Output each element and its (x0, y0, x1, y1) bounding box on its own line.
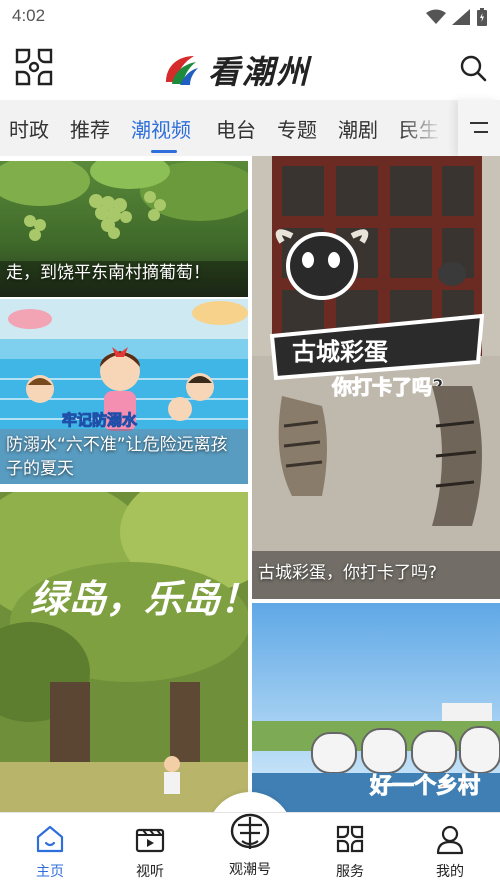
wifi-icon (426, 9, 446, 24)
status-bar: 4:02 (0, 0, 500, 34)
channel-menu-icon (470, 122, 488, 133)
channel-menu-button[interactable] (458, 100, 500, 156)
feed-card-green-island[interactable]: 绿岛，乐岛！ (0, 492, 248, 812)
feed-card-grapes[interactable]: 走，到饶平东南村摘葡萄！ (0, 161, 248, 297)
overlay-calligraphy: 绿岛，乐岛！ (30, 576, 248, 621)
nav-services[interactable]: 服务 (300, 813, 400, 889)
tab-chaoju[interactable]: 潮剧 (338, 114, 378, 143)
overlay-title-line2: 你打卡了吗? (331, 375, 444, 399)
nav-guanchao[interactable]: 观潮号 (200, 813, 300, 889)
tabs-fade (400, 100, 460, 156)
nav-guanchao-label: 观潮号 (229, 862, 271, 878)
nav-video-label: 视听 (136, 864, 164, 880)
grid-menu-icon (15, 48, 53, 86)
card-title: 古城彩蛋，你打卡了吗? (258, 563, 438, 583)
banyan-tree-image: 绿岛，乐岛！ (0, 492, 248, 812)
channel-tabs: 时政 推荐 潮视频 电台 专题 潮剧 民生 (0, 100, 500, 156)
tab-radio[interactable]: 电台 (216, 114, 256, 143)
nav-video[interactable]: 视听 (100, 813, 200, 889)
video-icon (135, 828, 165, 853)
tab-chao-video[interactable]: 潮视频 (131, 114, 191, 143)
nav-services-label: 服务 (336, 864, 364, 880)
home-icon (36, 825, 64, 853)
services-icon (336, 825, 364, 853)
tab-shizheng[interactable]: 时政 (9, 114, 49, 143)
guanchao-icon (230, 813, 270, 849)
nav-home[interactable]: 主页 (0, 813, 100, 889)
search-button[interactable] (459, 54, 487, 82)
status-time: 4:02 (12, 6, 46, 25)
overlay-title-line1: 古城彩蛋 (292, 338, 388, 366)
signal-icon (452, 9, 470, 25)
app-menu-button[interactable] (13, 46, 55, 88)
profile-icon (436, 825, 464, 855)
card-title: 防溺水“六不准”让危险远离孩子的夏天 (6, 435, 228, 479)
app-header: 看潮州 (0, 34, 500, 100)
tab-tuijian[interactable]: 推荐 (70, 114, 110, 143)
cat-mural-image: 古城彩蛋 你打卡了吗? (252, 156, 500, 599)
app-logo: 看潮州 (162, 50, 311, 91)
card-title: 走，到饶平东南村摘葡萄！ (6, 263, 210, 283)
overlay-slogan: 牢记防溺水 (62, 411, 138, 429)
search-icon (460, 55, 487, 82)
tab-topics[interactable]: 专题 (277, 114, 317, 143)
overlay-village-text: 好一个乡村 (369, 773, 480, 799)
video-feed: 走，到饶平东南村摘葡萄！ 牢记防溺水 防溺水“六不准”让危险远离孩子的夏天 绿岛… (0, 156, 500, 812)
feed-card-drowning[interactable]: 牢记防溺水 防溺水“六不准”让危险远离孩子的夏天 (0, 299, 248, 484)
active-tab-indicator (151, 150, 177, 153)
bottom-navigation: 主页 视听 观潮号 服务 我的 (0, 812, 500, 889)
feed-card-old-town[interactable]: 古城彩蛋 你打卡了吗? 古城彩蛋，你打卡了吗? (252, 156, 500, 599)
battery-icon (477, 8, 487, 26)
app-screen: 4:02 看潮州 时政 推荐 潮视频 电台 专题 潮剧 走，到饶平东南村摘葡萄！… (0, 0, 500, 889)
nav-profile-label: 我的 (436, 864, 464, 880)
nav-profile[interactable]: 我的 (400, 813, 500, 889)
logo-text: 看潮州 (208, 53, 311, 91)
feed-card-village[interactable]: 好一个乡村 (252, 603, 500, 812)
village-capsule-image: 好一个乡村 (252, 603, 500, 812)
logo-mark-icon (166, 56, 198, 85)
status-icons (426, 6, 488, 28)
nav-home-label: 主页 (36, 864, 64, 880)
